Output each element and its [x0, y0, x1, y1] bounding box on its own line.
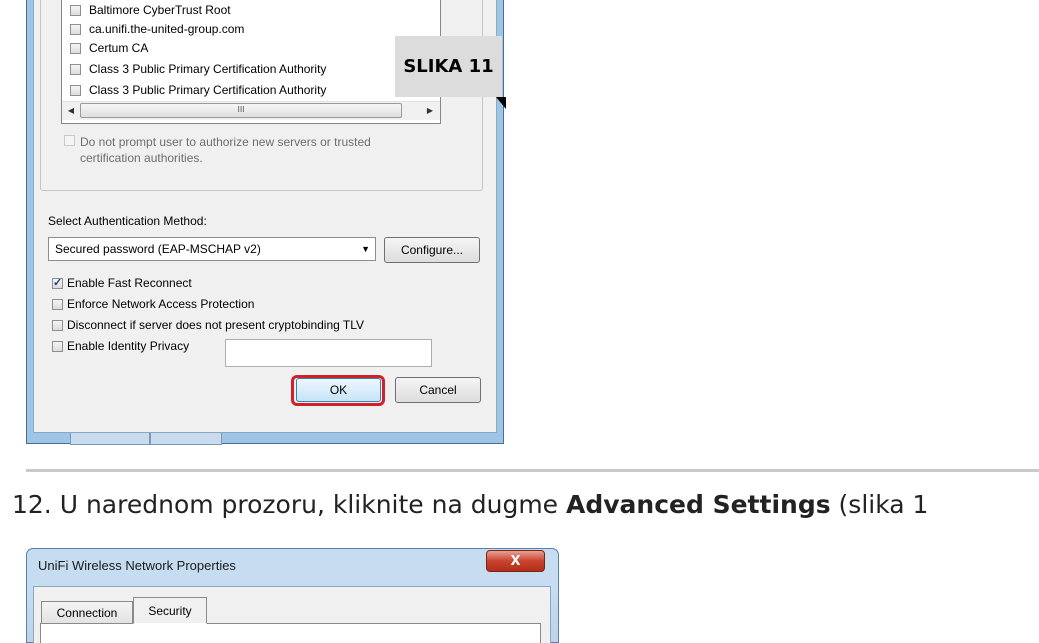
ca-label: Certum CA: [89, 41, 149, 55]
list-item[interactable]: Class 3 Public Primary Certification Aut…: [70, 59, 326, 79]
chevron-down-icon[interactable]: ▼: [361, 244, 370, 254]
cryptobinding-checkbox[interactable]: [52, 319, 63, 331]
list-item[interactable]: Baltimore CyberTrust Root: [70, 0, 231, 20]
scroll-thumb[interactable]: III: [80, 103, 402, 118]
auth-method-label: Select Authentication Method:: [48, 214, 207, 228]
instruction-text: 12. U narednom prozoru, kliknite na dugm…: [12, 490, 928, 519]
auth-method-select[interactable]: Secured password (EAP-MSCHAP v2) ▼: [48, 237, 376, 261]
auth-method-value: Secured password (EAP-MSCHAP v2): [55, 242, 261, 256]
instruction-highlight: Advanced Settings: [566, 490, 831, 519]
scroll-left-icon[interactable]: ◀: [63, 103, 79, 119]
configure-button[interactable]: Configure...: [384, 237, 480, 263]
ca-checkbox[interactable]: [70, 23, 81, 35]
ca-checkbox[interactable]: [70, 42, 81, 54]
ca-label: Class 3 Public Primary Certification Aut…: [89, 83, 327, 97]
instruction-suffix: (slika 1: [830, 490, 929, 519]
identity-privacy-input[interactable]: [225, 339, 432, 367]
figure-callout: SLIKA 11: [395, 36, 502, 97]
identity-privacy-label: Enable Identity Privacy: [67, 339, 190, 353]
enforce-nap-checkbox[interactable]: [52, 298, 63, 310]
cryptobinding-option[interactable]: Disconnect if server does not present cr…: [52, 318, 364, 332]
ca-label: Class 3 Public Primary Certification Aut…: [89, 62, 327, 76]
identity-privacy-checkbox[interactable]: [52, 340, 63, 352]
security-tab-panel: [40, 623, 541, 643]
horizontal-scrollbar[interactable]: ◀ III ▶: [62, 101, 440, 120]
fast-reconnect-checkbox[interactable]: [52, 276, 63, 289]
background-tab-edge: [150, 433, 222, 445]
list-item[interactable]: ca.unifi.the-united-group.com: [70, 19, 244, 39]
no-prompt-label-line2: certification authorities.: [80, 151, 203, 165]
no-prompt-checkbox-box[interactable]: [64, 135, 75, 146]
ca-checkbox[interactable]: [70, 84, 81, 96]
background-tab-edge: [70, 433, 150, 445]
fast-reconnect-option[interactable]: Enable Fast Reconnect: [52, 276, 192, 290]
enforce-nap-label: Enforce Network Access Protection: [67, 297, 255, 311]
ca-label: Baltimore CyberTrust Root: [89, 3, 231, 17]
callout-pointer: [496, 97, 506, 109]
no-prompt-label: Do not prompt user to authorize new serv…: [80, 134, 371, 166]
ca-checkbox[interactable]: [70, 63, 81, 75]
ca-label: ca.unifi.the-united-group.com: [89, 22, 245, 36]
list-item[interactable]: Class 3 Public Primary Certification Aut…: [70, 80, 326, 100]
section-divider: [26, 469, 1039, 472]
instruction-prefix: 12. U narednom prozoru, kliknite na dugm…: [12, 490, 567, 519]
scroll-right-icon[interactable]: ▶: [422, 103, 438, 119]
list-item[interactable]: Certum CA: [70, 38, 148, 58]
ok-button[interactable]: OK: [296, 378, 381, 402]
tab-security[interactable]: Security: [133, 597, 207, 624]
close-icon[interactable]: X: [486, 550, 545, 572]
no-prompt-label-line1: Do not prompt user to authorize new serv…: [80, 135, 371, 149]
window-title: UniFi Wireless Network Properties: [38, 558, 236, 573]
enforce-nap-option[interactable]: Enforce Network Access Protection: [52, 297, 254, 311]
fast-reconnect-label: Enable Fast Reconnect: [67, 276, 192, 290]
ca-checkbox[interactable]: [70, 4, 81, 16]
cryptobinding-label: Disconnect if server does not present cr…: [67, 318, 365, 332]
tab-connection[interactable]: Connection: [41, 601, 133, 624]
identity-privacy-option[interactable]: Enable Identity Privacy: [52, 339, 189, 353]
cancel-button[interactable]: Cancel: [395, 377, 481, 403]
